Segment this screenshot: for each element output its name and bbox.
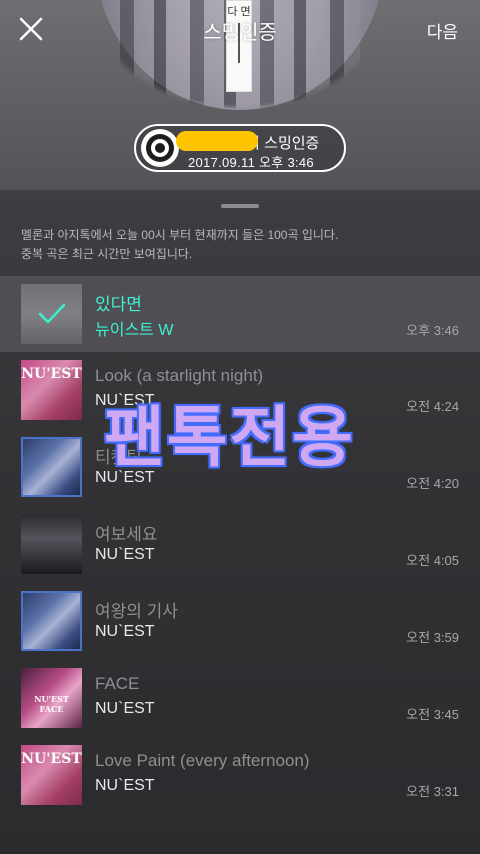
song-played-time: 오후 3:46 [406, 323, 459, 338]
album-thumbnail [21, 437, 82, 497]
bookmark-tag: 다 면 [226, 0, 252, 92]
info-line-2: 중복 곡은 최근 시간만 보여집니다. [21, 247, 193, 261]
song-row[interactable]: 있다면 뉴이스트 W 오후 3:46 [0, 276, 480, 352]
page-title: 스밍인증 [203, 22, 277, 44]
info-line-1: 멜론과 아지톡에서 오늘 00시 부터 현재까지 들은 100곡 입니다. [21, 228, 339, 242]
album-thumbnail: NU'EST FACE [21, 668, 82, 728]
song-row[interactable]: 여왕의 기사 NU`EST 오전 3:59 [0, 583, 480, 660]
info-text: 멜론과 아지톡에서 오늘 00시 부터 현재까지 들은 100곡 입니다. 중복… [21, 226, 461, 264]
song-row[interactable]: NU'EST FACE FACE NU`EST 오전 3:45 [0, 660, 480, 737]
song-title: Look (a starlight night) [95, 366, 264, 385]
song-row[interactable]: 티켓팅 NU`EST 오전 4:20 [0, 429, 480, 506]
vinyl-disc-icon [141, 129, 179, 167]
redaction-mark [176, 131, 258, 151]
song-artist: NU`EST [95, 469, 155, 486]
song-title: 있다면 [95, 295, 142, 314]
streaming-certificate-badge: ▮▮▮▮▮▮의 스밍인증 2017.09.11 오후 3:46 [134, 124, 346, 172]
song-played-time: 오전 4:20 [406, 476, 459, 491]
song-artist: NU`EST [95, 777, 155, 794]
close-icon [19, 17, 43, 41]
song-title: Love Paint (every afternoon) [95, 751, 310, 770]
album-thumbnail: NU'EST [21, 745, 82, 805]
album-thumbnail [21, 591, 82, 651]
checkmark-icon [38, 303, 66, 324]
song-artist: NU`EST [95, 546, 155, 563]
album-art-label: NU'EST [21, 751, 82, 767]
song-played-time: 오전 3:59 [406, 630, 459, 645]
album-thumbnail [21, 284, 82, 344]
next-button[interactable]: 다음 [427, 18, 458, 43]
song-played-time: 오전 4:05 [406, 553, 459, 568]
song-title: 티켓팅 [95, 448, 142, 467]
song-row[interactable]: NU'EST Look (a starlight night) NU`EST 오… [0, 352, 480, 429]
certificate-datetime: 2017.09.11 오후 3:46 [188, 155, 314, 170]
sheet-drag-handle[interactable] [221, 204, 259, 208]
song-list: 있다면 뉴이스트 W 오후 3:46 NU'EST Look (a starli… [0, 276, 480, 814]
song-played-time: 오전 4:24 [406, 399, 459, 414]
song-title: FACE [95, 674, 140, 693]
song-row[interactable]: 여보세요 NU`EST 오전 4:05 [0, 506, 480, 583]
song-artist: NU`EST [95, 392, 155, 409]
song-artist: NU`EST [95, 623, 155, 640]
album-art-label: NU'EST FACE [34, 694, 69, 714]
song-artist: NU`EST [95, 700, 155, 717]
song-played-time: 오전 3:31 [406, 784, 459, 799]
album-header: 다 면 스밍인증 다음 ▮▮▮▮▮▮의 스밍인증 2017.09.11 오후 3… [0, 0, 480, 190]
song-title: 여보세요 [95, 525, 158, 544]
album-thumbnail [21, 514, 82, 574]
album-art-label: NU'EST [21, 366, 82, 382]
song-title: 여왕의 기사 [95, 602, 178, 621]
album-thumbnail: NU'EST [21, 360, 82, 420]
song-list-sheet: 멜론과 아지톡에서 오늘 00시 부터 현재까지 들은 100곡 입니다. 중복… [0, 190, 480, 854]
song-played-time: 오전 3:45 [406, 707, 459, 722]
song-row[interactable]: NU'EST Love Paint (every afternoon) NU`E… [0, 737, 480, 814]
close-button[interactable] [16, 14, 46, 44]
song-artist: 뉴이스트 W [95, 322, 174, 339]
